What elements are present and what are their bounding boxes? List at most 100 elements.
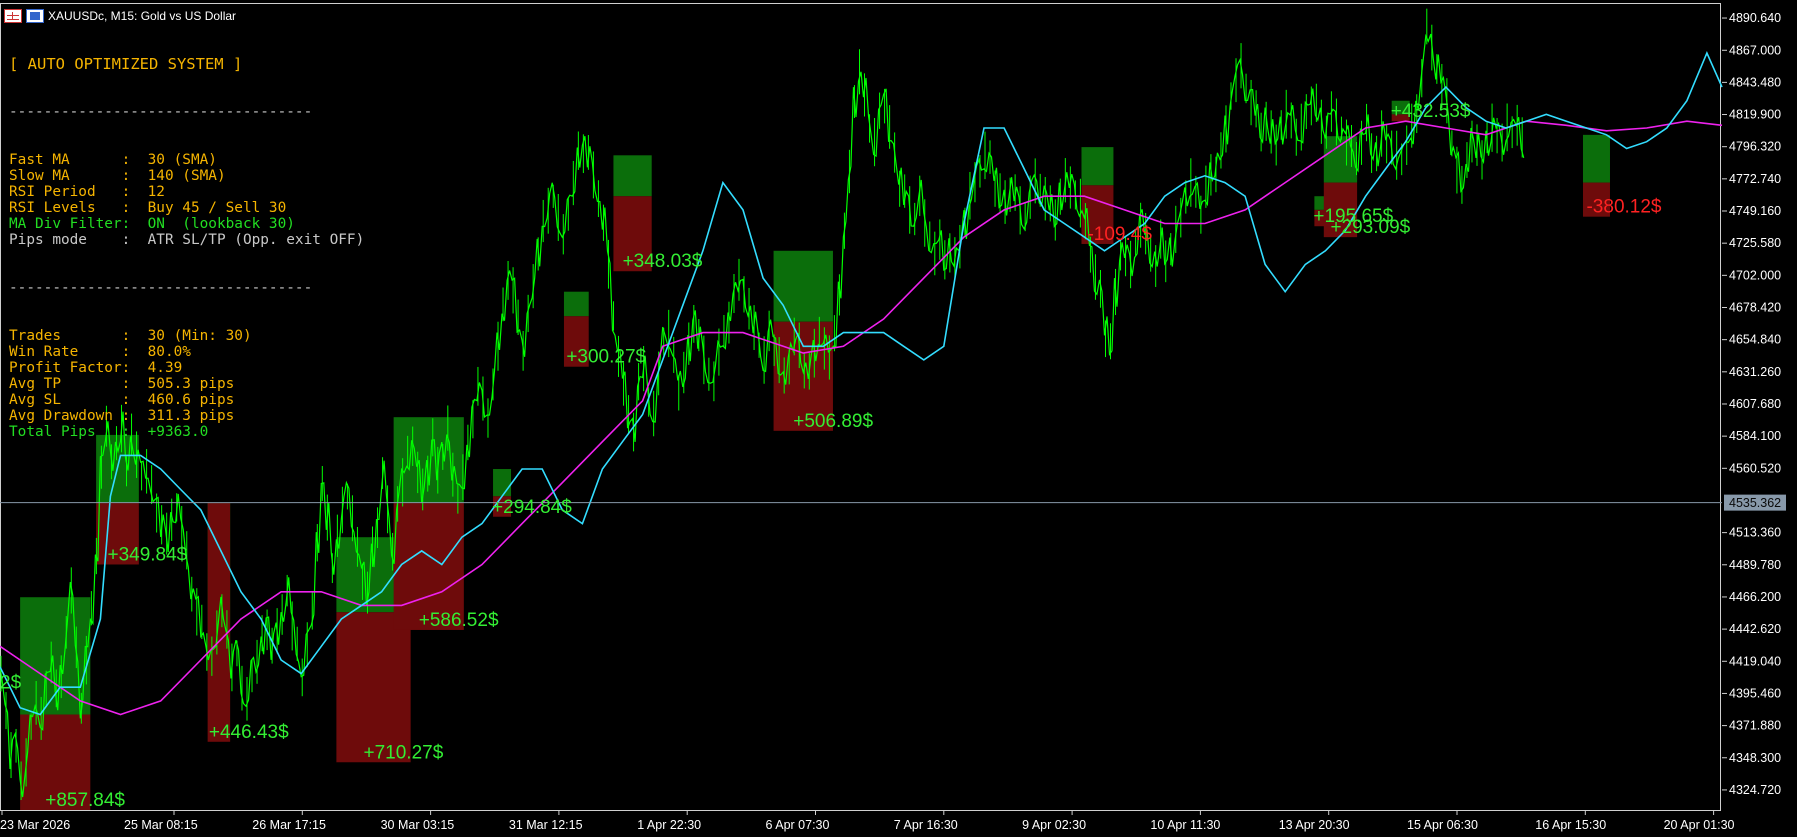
stat-separator: : (121, 360, 148, 376)
trade-result-label: 2$ (0, 673, 22, 694)
setting-separator: : (121, 168, 148, 184)
price-tick-label: 4654.840 (1729, 333, 1781, 347)
take-profit-zone (1582, 134, 1610, 183)
stat-value: 505.3 pips (147, 376, 235, 392)
stat-separator: : (121, 376, 148, 392)
price-tick-label: 4678.420 (1729, 300, 1781, 314)
trade-result-label: +857.84$ (45, 790, 125, 811)
price-tick-label: 4819.900 (1729, 108, 1781, 122)
stat-label: Avg Drawdown (9, 408, 122, 424)
price-tick-label: 4607.680 (1729, 397, 1781, 411)
price-tick-label: 4489.780 (1729, 558, 1781, 572)
stat-row: Profit Factor: 4.39 (9, 360, 364, 376)
trade-result-label: +506.89$ (793, 411, 873, 432)
setting-row: Pips mode : ATR SL/TP (Opp. exit OFF) (9, 232, 364, 248)
price-tick-label: 4890.640 (1729, 11, 1781, 25)
panel-settings: Fast MA : 30 (SMA) Slow MA : 140 (SMA) RSI… (9, 152, 364, 248)
take-profit-zone (613, 155, 652, 197)
take-profit-zone (1323, 136, 1358, 183)
stop-loss-zone (336, 612, 411, 763)
price-tick-label: 4867.000 (1729, 43, 1781, 57)
stat-label: Avg SL (9, 392, 122, 408)
trade-result-label: +294.84$ (492, 497, 572, 518)
take-profit-zone (773, 250, 833, 322)
expert-advisor-icon[interactable] (26, 9, 44, 23)
price-tick-label: 4631.260 (1729, 365, 1781, 379)
price-tick-label: 4584.100 (1729, 429, 1781, 443)
stat-label: Avg TP (9, 376, 122, 392)
window-titlebar: XAUUSDc, M15: Gold vs US Dollar (4, 8, 236, 24)
setting-value: 30 (SMA) (147, 152, 217, 168)
price-axis[interactable]: 4890.640 4867.000 4843.480 4819.900 4796.320… (1722, 11, 1786, 797)
setting-row: RSI Levels : Buy 45 / Sell 30 (9, 200, 364, 216)
trade-result-label: +710.27$ (364, 742, 444, 763)
stat-label: Profit Factor (9, 360, 122, 376)
trade-result-label: +349.84$ (107, 544, 187, 565)
setting-value: 12 (147, 184, 165, 200)
time-tick-label: 6 Apr 07:30 (766, 818, 830, 832)
stat-value: 30 (Min: 30) (147, 328, 252, 344)
price-tick-label: 4702.000 (1729, 268, 1781, 282)
setting-separator: : (121, 216, 148, 232)
setting-separator: : (121, 232, 148, 248)
stat-row: Total Pips : +9363.0 (9, 424, 364, 440)
setting-separator: : (121, 184, 148, 200)
stat-value: 4.39 (147, 360, 183, 376)
panel-stats: Trades : 30 (Min: 30) Win Rate : 80.0% Pro… (9, 328, 364, 440)
time-tick-label: 10 Apr 11:30 (1150, 818, 1220, 832)
price-tick-label: 4796.320 (1729, 140, 1781, 154)
stat-separator: : (121, 328, 148, 344)
price-tick-label: 4772.740 (1729, 172, 1781, 186)
setting-label: MA Div Filter (9, 216, 122, 232)
price-tick-label: 4466.200 (1729, 590, 1781, 604)
stat-row: Avg TP : 505.3 pips (9, 376, 364, 392)
time-axis[interactable]: 23 Mar 2026 25 Mar 08:15 26 Mar 17:15 30 Ma… (0, 810, 1735, 832)
trade-result-label: +348.03$ (623, 251, 703, 272)
time-tick-label: 9 Apr 02:30 (1022, 818, 1086, 832)
setting-label: RSI Period (9, 184, 122, 200)
stat-row: Avg SL : 460.6 pips (9, 392, 364, 408)
time-tick-label: 13 Apr 20:30 (1279, 818, 1350, 832)
trade-result-label: +300.27$ (566, 347, 646, 368)
stat-value: 80.0% (147, 344, 191, 360)
stat-value: +9363.0 (147, 424, 209, 440)
current-price-value: 4535.362 (1729, 496, 1781, 510)
take-profit-zone (1081, 147, 1114, 186)
time-tick-label: 26 Mar 17:15 (252, 818, 326, 832)
time-tick-label: 16 Apr 15:30 (1535, 818, 1606, 832)
trade-result-label: +586.52$ (419, 610, 499, 631)
time-tick-label: 25 Mar 08:15 (124, 818, 198, 832)
price-tick-label: 4560.520 (1729, 461, 1781, 475)
price-tick-label: 4725.580 (1729, 236, 1781, 250)
time-tick-label: 7 Apr 16:30 (894, 818, 958, 832)
panel-divider-top: ----------------------------------- (9, 104, 313, 120)
setting-separator: : (121, 152, 148, 168)
stat-row: Trades : 30 (Min: 30) (9, 328, 364, 344)
stat-label: Total Pips (9, 424, 122, 440)
trade-result-label: +432.53$ (1391, 101, 1471, 122)
system-info-panel: [ AUTO OPTIMIZED SYSTEM ] --------------… (9, 24, 364, 456)
setting-value: ON (lookback 30) (147, 216, 295, 232)
window-title: XAUUSDc, M15: Gold vs US Dollar (48, 9, 237, 23)
price-tick-label: 4395.460 (1729, 686, 1781, 700)
stat-value: 311.3 pips (147, 408, 235, 424)
stat-separator: : (121, 424, 148, 440)
chart-grid-icon[interactable] (4, 9, 22, 23)
stat-separator: : (121, 408, 148, 424)
trade-result-label: -380.12$ (1586, 197, 1661, 218)
setting-separator: : (121, 200, 148, 216)
setting-label: Slow MA (9, 168, 122, 184)
price-tick-label: 4419.040 (1729, 654, 1781, 668)
stat-row: Win Rate : 80.0% (9, 344, 364, 360)
stat-label: Trades (9, 328, 122, 344)
time-tick-label: 20 Apr 01:30 (1664, 818, 1735, 832)
price-tick-label: 4513.360 (1729, 526, 1781, 540)
stat-value: 460.6 pips (147, 392, 235, 408)
price-tick-label: 4371.880 (1729, 719, 1781, 733)
price-tick-label: 4348.300 (1729, 751, 1781, 765)
setting-value: Buy 45 / Sell 30 (147, 200, 287, 216)
time-tick-label: 31 Mar 12:15 (509, 818, 583, 832)
setting-label: Fast MA (9, 152, 122, 168)
time-tick-label: 23 Mar 2026 (0, 818, 70, 832)
stat-label: Win Rate (9, 344, 122, 360)
